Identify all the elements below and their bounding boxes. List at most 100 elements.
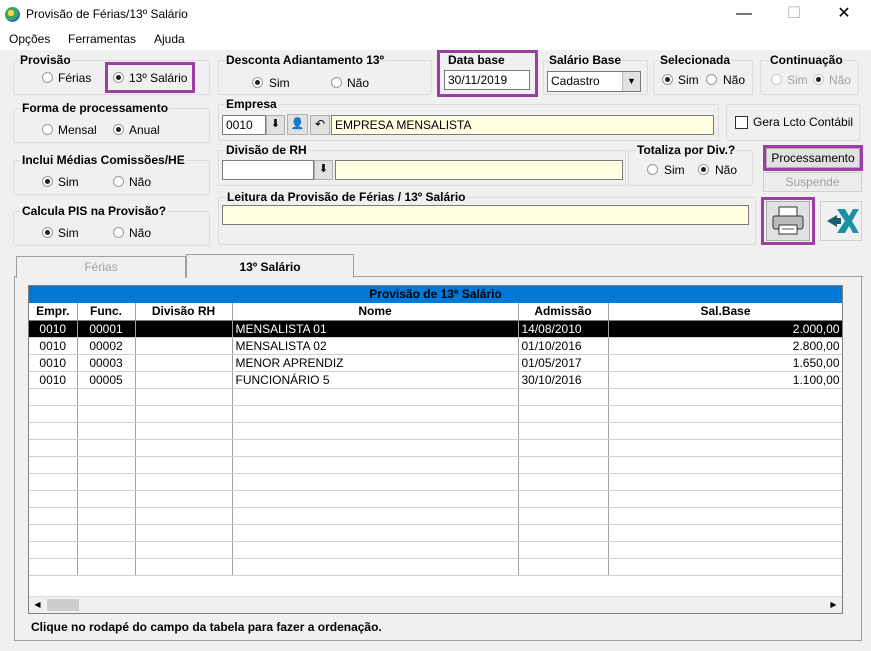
cell-empr [29,524,78,542]
cell-func: 00001 [77,320,136,338]
salario-base-label: Salário Base [548,53,623,67]
cell-nome [232,439,519,457]
scroll-left-icon[interactable]: ◀ [29,597,46,613]
table-row[interactable] [29,422,842,440]
gera-lcto-checkbox[interactable] [735,116,748,129]
cell-admissao [518,456,609,474]
cell-func [77,405,136,423]
scroll-thumb[interactable] [47,599,79,611]
tab-13-salario[interactable]: 13º Salário [186,254,354,278]
menu-ajuda[interactable]: Ajuda [154,32,185,46]
cell-divisao [135,541,233,559]
gera-lcto-label: Gera Lcto Contábil [753,115,854,129]
cell-nome [232,473,519,491]
cell-func: 00003 [77,354,136,372]
pis-label: Calcula PIS na Provisão? [21,204,168,218]
table-row[interactable] [29,558,842,576]
empresa-code-input[interactable]: 0010 [222,115,266,135]
download-arrow-icon[interactable]: ⬇ [266,115,285,135]
tab-ferias[interactable]: Férias [16,256,186,278]
cell-empr [29,456,78,474]
menu-opcoes[interactable]: Opções [9,32,50,46]
desconta-sim-radio[interactable] [252,77,263,88]
footer-hint: Clique no rodapé do campo da tabela para… [31,620,382,634]
cell-nome [232,558,519,576]
cell-divisao [135,320,233,338]
excel-export-icon[interactable] [820,201,862,241]
totaliza-sim-radio[interactable] [647,164,658,175]
cell-divisao [135,439,233,457]
cell-salbase [608,524,842,542]
chevron-down-icon[interactable]: ▼ [622,72,640,91]
cell-nome: MENSALISTA 02 [232,337,519,355]
inclui-nao-radio[interactable] [113,176,124,187]
cell-empr [29,507,78,525]
cell-nome [232,422,519,440]
empresa-label: Empresa [225,97,278,111]
person-search-icon[interactable]: 👤 [287,114,308,135]
maximize-button[interactable]: ☐ [771,0,817,30]
desconta-nao-radio[interactable] [331,77,342,88]
table-row[interactable] [29,456,842,474]
cell-empr [29,473,78,491]
forma-anual-radio[interactable] [113,124,124,135]
col-header-nome[interactable]: Nome [232,303,519,321]
table-row[interactable] [29,541,842,559]
table-row[interactable] [29,473,842,491]
continuacao-nao-label: Não [829,73,852,87]
cell-salbase [608,456,842,474]
divisao-code-input[interactable] [222,160,314,180]
provisao-ferias-radio[interactable] [42,72,53,83]
pis-nao-radio[interactable] [113,227,124,238]
processamento-button[interactable]: Processamento [766,148,860,168]
provisao-label: Provisão [19,53,72,67]
cell-func [77,490,136,508]
table-row[interactable] [29,490,842,508]
col-header-empr[interactable]: Empr. [29,303,78,321]
cell-divisao [135,490,233,508]
inclui-sim-radio[interactable] [42,176,53,187]
selecionada-sim-radio[interactable] [662,74,673,85]
horizontal-scrollbar[interactable]: ◀ ▶ [29,596,842,613]
continuacao-nao-radio[interactable] [813,74,824,85]
table-row[interactable] [29,405,842,423]
table-row[interactable] [29,439,842,457]
grid-container: Provisão de 13ª Salário Empr. Func. Divi… [28,285,843,614]
scroll-right-icon[interactable]: ▶ [825,597,842,613]
continuacao-sim-radio[interactable] [771,74,782,85]
table-row[interactable] [29,388,842,406]
pis-sim-radio[interactable] [42,227,53,238]
close-button[interactable]: ✕ [821,0,867,30]
cell-divisao [135,558,233,576]
cell-divisao [135,473,233,491]
cell-func [77,422,136,440]
undo-icon[interactable]: ↶ [310,115,330,135]
selecionada-nao-radio[interactable] [706,74,717,85]
col-header-divisao[interactable]: Divisão RH [135,303,233,321]
printer-icon[interactable] [766,201,810,241]
col-header-func[interactable]: Func. [77,303,136,321]
suspende-button[interactable]: Suspende [763,172,862,192]
leitura-label: Leitura da Provisão de Férias / 13º Salá… [226,190,467,204]
totaliza-nao-radio[interactable] [698,164,709,175]
divisao-download-icon[interactable]: ⬇ [314,160,333,180]
table-row[interactable]: 0010 00003 MENOR APRENDIZ 01/05/2017 1.650,0… [29,354,842,372]
table-row[interactable]: 0010 00005 FUNCIONÁRIO 5 30/10/2016 1.100,00 [29,371,842,389]
menu-ferramentas[interactable]: Ferramentas [68,32,136,46]
col-header-salbase[interactable]: Sal.Base [608,303,842,321]
cell-salbase: 2.000,00 [608,320,842,338]
provisao-13-radio[interactable] [113,72,124,83]
minimize-button[interactable]: — [721,0,767,30]
app-icon [5,7,20,22]
continuacao-sim-label: Sim [787,73,808,87]
table-row[interactable]: 0010 00001 MENSALISTA 01 14/08/2010 2.000,00 [29,320,842,338]
cell-nome [232,524,519,542]
col-header-admissao[interactable]: Admissão [518,303,609,321]
table-row[interactable] [29,507,842,525]
data-base-input[interactable]: 30/11/2019 [444,70,530,90]
table-row[interactable] [29,524,842,542]
cell-admissao: 14/08/2010 [518,320,609,338]
forma-mensal-radio[interactable] [42,124,53,135]
table-row[interactable]: 0010 00002 MENSALISTA 02 01/10/2016 2.800,00 [29,337,842,355]
cell-admissao [518,490,609,508]
